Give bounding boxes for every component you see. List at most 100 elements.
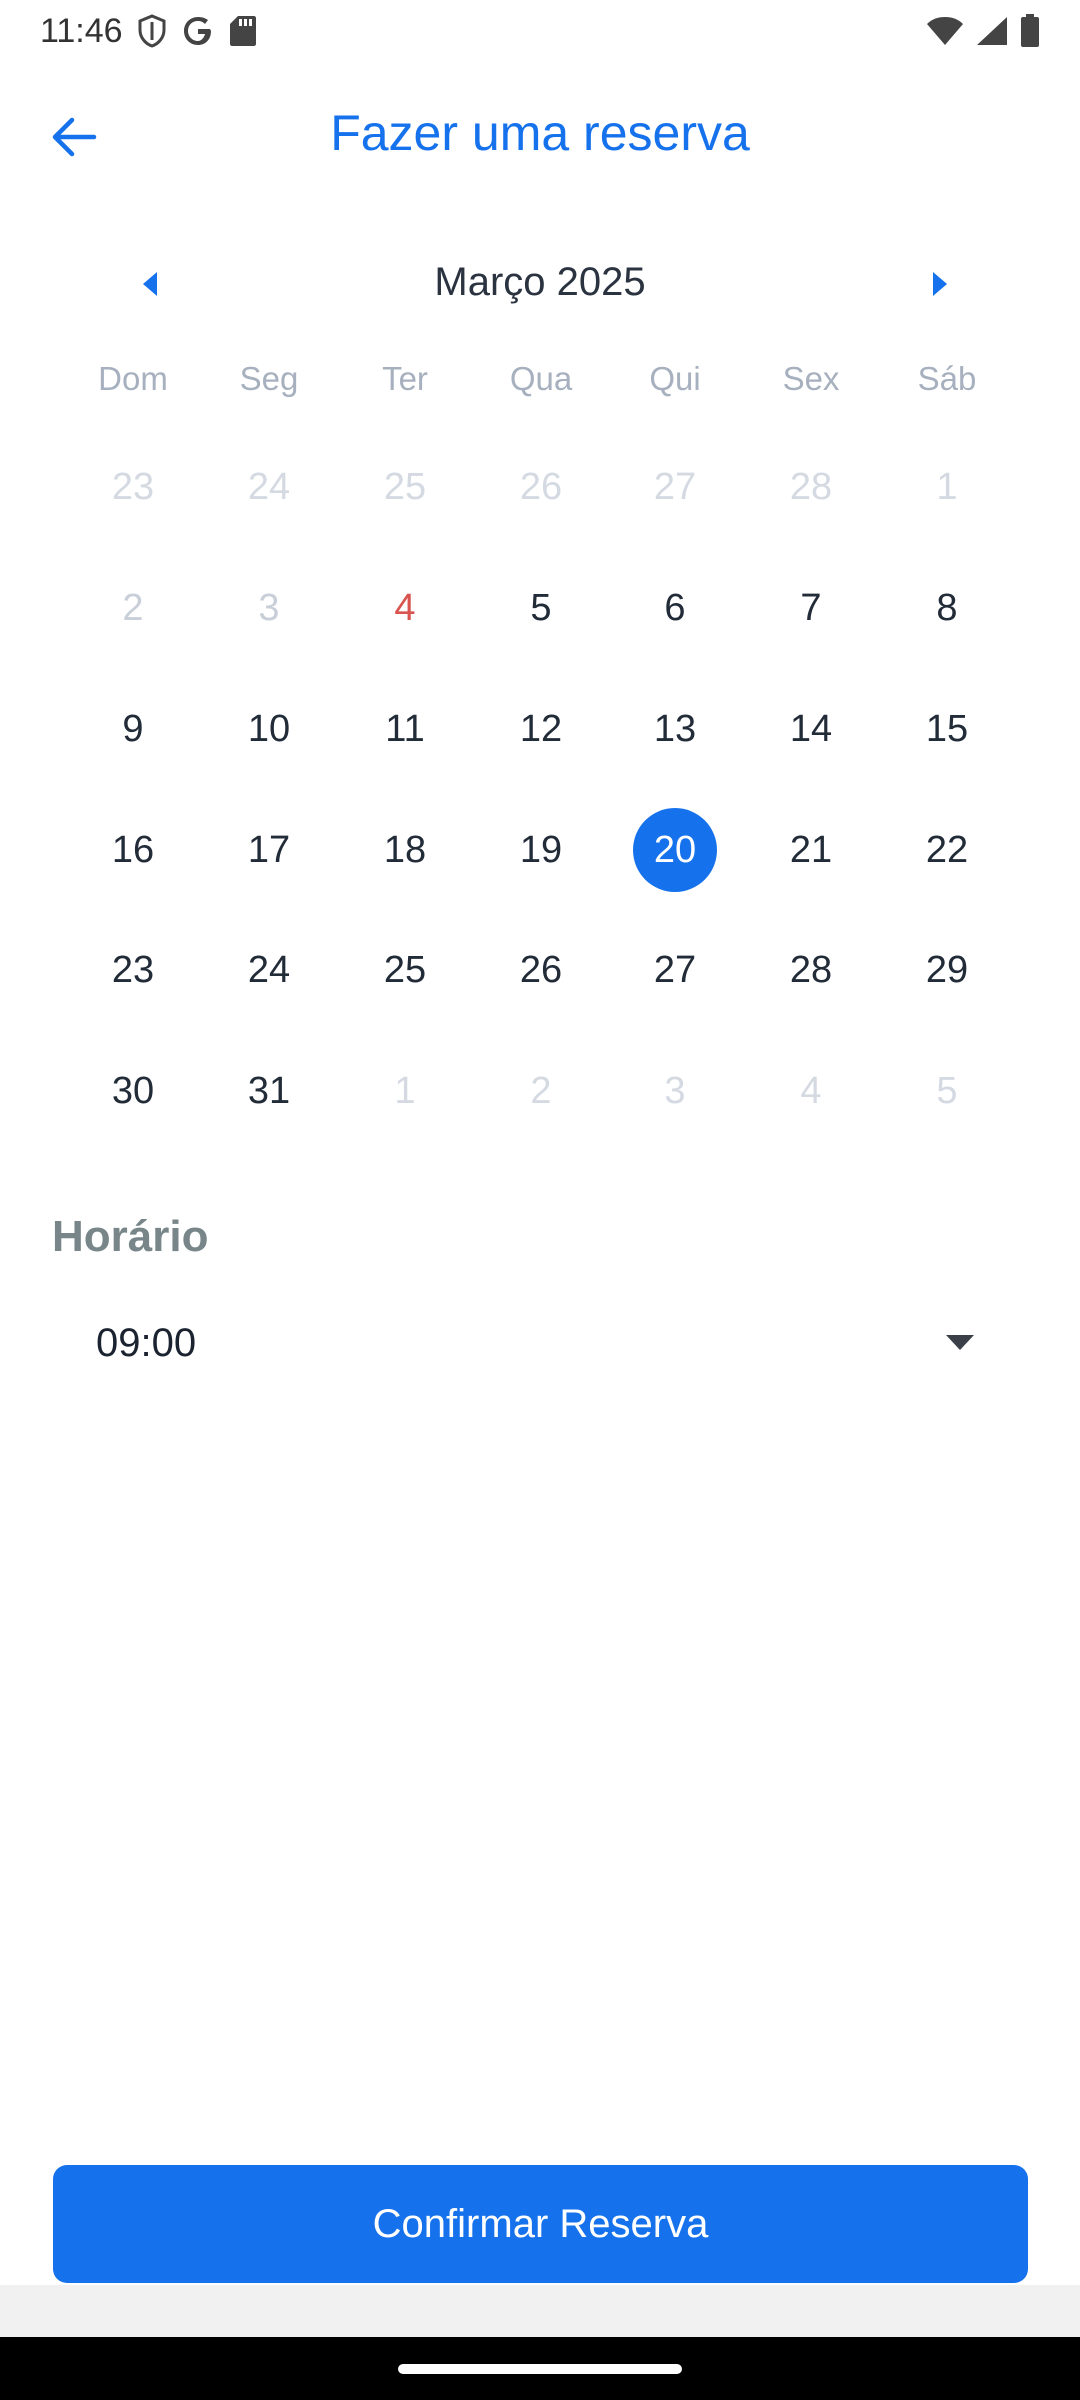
calendar-day[interactable]: 19 xyxy=(473,805,609,895)
confirm-button-label: Confirmar Reserva xyxy=(372,2201,709,2246)
calendar-day[interactable]: 25 xyxy=(337,925,473,1015)
calendar-day[interactable]: 24 xyxy=(201,925,337,1015)
calendar-day[interactable]: 28 xyxy=(743,925,879,1015)
calendar-day: 24 xyxy=(201,442,337,532)
calendar-day[interactable]: 11 xyxy=(337,684,473,774)
day-number: 26 xyxy=(519,948,563,991)
calendar-day[interactable]: 12 xyxy=(473,684,609,774)
confirm-reservation-button[interactable]: Confirmar Reserva xyxy=(53,2165,1028,2283)
day-number: 17 xyxy=(247,828,291,871)
day-number: 8 xyxy=(936,586,958,629)
calendar-day: 4 xyxy=(743,1046,879,1136)
calendar-day[interactable]: 10 xyxy=(201,684,337,774)
calendar-day[interactable]: 2 xyxy=(65,563,201,653)
day-number: 13 xyxy=(653,707,697,750)
calendar-day[interactable]: 16 xyxy=(65,805,201,895)
day-number: 27 xyxy=(653,465,697,508)
day-number: 20 xyxy=(633,808,717,892)
signal-icon xyxy=(976,16,1008,46)
calendar-day[interactable]: 21 xyxy=(743,805,879,895)
calendar-day[interactable]: 29 xyxy=(879,925,1015,1015)
calendar-day[interactable]: 6 xyxy=(607,563,743,653)
day-number: 23 xyxy=(111,948,155,991)
day-number: 26 xyxy=(519,465,563,508)
day-number: 30 xyxy=(111,1069,155,1112)
day-number: 28 xyxy=(789,465,833,508)
day-number: 5 xyxy=(936,1069,958,1112)
day-number: 11 xyxy=(385,707,425,750)
calendar-day[interactable]: 5 xyxy=(473,563,609,653)
day-number: 2 xyxy=(530,1069,552,1112)
day-number: 24 xyxy=(247,948,291,991)
day-number: 22 xyxy=(925,828,969,871)
calendar-header: Março 2025 xyxy=(0,244,1080,324)
bottom-spacer xyxy=(0,2285,1080,2337)
calendar-day[interactable]: 27 xyxy=(607,925,743,1015)
weekday-row: Dom Seg Ter Qua Qui Sex Sáb xyxy=(0,360,1080,420)
next-month-button[interactable] xyxy=(905,254,975,314)
caret-right-icon xyxy=(933,272,947,296)
day-number: 25 xyxy=(383,948,427,991)
weekday-label: Ter xyxy=(382,360,428,397)
calendar-day[interactable]: 22 xyxy=(879,805,1015,895)
day-number: 28 xyxy=(789,948,833,991)
calendar-day: 5 xyxy=(879,1046,1015,1136)
calendar-day-selected[interactable]: 20 xyxy=(607,805,743,895)
calendar-day: 23 xyxy=(65,442,201,532)
day-number: 24 xyxy=(247,465,291,508)
weekday-label: Qui xyxy=(649,360,701,397)
shield-icon xyxy=(137,14,167,48)
system-navigation-bar xyxy=(0,2337,1080,2400)
day-number: 31 xyxy=(247,1069,291,1112)
calendar-day[interactable]: 14 xyxy=(743,684,879,774)
calendar-day[interactable]: 17 xyxy=(201,805,337,895)
day-number: 5 xyxy=(530,586,552,629)
calendar-day[interactable]: 8 xyxy=(879,563,1015,653)
day-number: 29 xyxy=(925,948,969,991)
day-number: 23 xyxy=(111,465,155,508)
status-right xyxy=(926,14,1040,48)
weekday-label: Seg xyxy=(239,360,299,397)
calendar-day: 26 xyxy=(473,442,609,532)
day-number: 27 xyxy=(653,948,697,991)
calendar-day[interactable]: 18 xyxy=(337,805,473,895)
google-icon xyxy=(181,14,215,48)
caret-down-icon xyxy=(946,1335,974,1350)
calendar-day[interactable]: 7 xyxy=(743,563,879,653)
day-number: 3 xyxy=(664,1069,686,1112)
wifi-icon xyxy=(926,16,964,46)
weekday-label: Sex xyxy=(782,360,840,397)
day-number: 1 xyxy=(394,1069,416,1112)
weekday-label: Qua xyxy=(509,360,573,397)
calendar-day[interactable]: 15 xyxy=(879,684,1015,774)
calendar-day[interactable]: 23 xyxy=(65,925,201,1015)
calendar-day[interactable]: 4 xyxy=(337,563,473,653)
calendar-day[interactable]: 9 xyxy=(65,684,201,774)
day-number: 12 xyxy=(519,707,563,750)
weekday-label: Dom xyxy=(98,360,168,397)
day-number: 15 xyxy=(925,707,969,750)
day-number: 18 xyxy=(383,828,427,871)
calendar-day[interactable]: 26 xyxy=(473,925,609,1015)
day-number: 9 xyxy=(122,707,144,750)
day-number: 4 xyxy=(800,1069,822,1112)
calendar-day[interactable]: 3 xyxy=(201,563,337,653)
status-left: 11:46 xyxy=(40,12,257,51)
weekday-label: Sáb xyxy=(917,360,977,397)
day-number: 3 xyxy=(258,586,280,629)
calendar-day: 27 xyxy=(607,442,743,532)
calendar-day[interactable]: 31 xyxy=(201,1046,337,1136)
time-dropdown[interactable]: 09:00 xyxy=(52,1305,992,1385)
status-bar: 11:46 xyxy=(0,0,1080,62)
day-number: 14 xyxy=(789,707,833,750)
calendar-day: 2 xyxy=(473,1046,609,1136)
day-number: 25 xyxy=(383,465,427,508)
day-number: 4 xyxy=(394,586,416,629)
day-number: 2 xyxy=(122,586,144,629)
home-indicator[interactable] xyxy=(398,2364,682,2374)
calendar-day[interactable]: 30 xyxy=(65,1046,201,1136)
sd-card-icon xyxy=(229,15,257,47)
calendar-day: 1 xyxy=(879,442,1015,532)
calendar-day[interactable]: 13 xyxy=(607,684,743,774)
calendar-day: 25 xyxy=(337,442,473,532)
